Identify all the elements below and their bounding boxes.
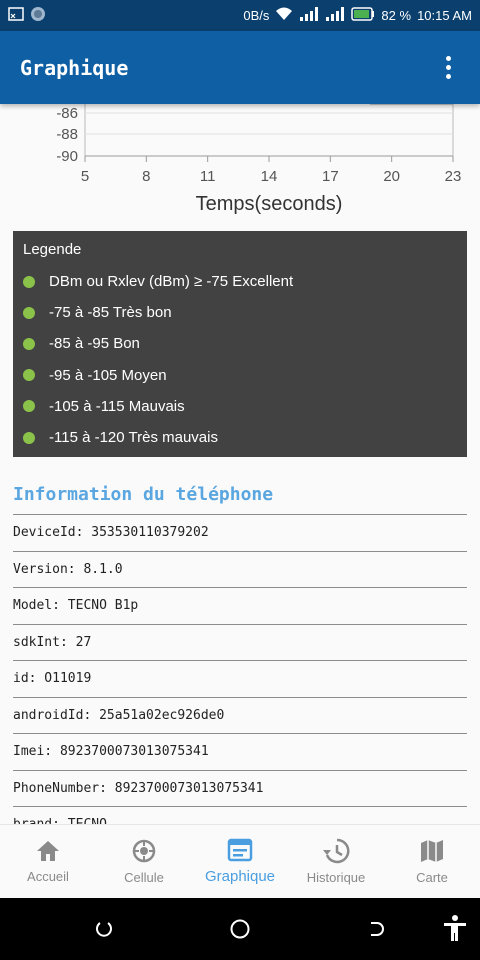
legend-dot-icon bbox=[23, 337, 35, 350]
legend-item: -75 à -85 Très bon bbox=[23, 297, 457, 328]
legend-item: DBm ou Rxlev (dBm) ≥ -75 Excellent bbox=[23, 266, 457, 297]
signal-chart: -86 -88 -90 5 8 11 14 17 20 23 Temps(seconds) bbox=[56, 104, 462, 215]
info-row: Version: 8.1.0 bbox=[13, 550, 467, 588]
x-tick-label: 11 bbox=[200, 168, 216, 185]
nav-historique[interactable]: Historique bbox=[288, 825, 384, 898]
info-row: sdkInt: 27 bbox=[13, 623, 467, 661]
legend-item-label: -95 à -105 Moyen bbox=[49, 366, 167, 384]
info-row: PhoneNumber: 8923700073013075341 bbox=[13, 769, 467, 807]
x-axis-label: Temps(seconds) bbox=[196, 193, 343, 215]
legend-item-label: -85 à -95 Bon bbox=[49, 335, 140, 353]
system-navigation-bar bbox=[0, 898, 480, 960]
info-list: DeviceId: 353530110379202 Version: 8.1.0 M… bbox=[13, 514, 467, 824]
history-icon bbox=[323, 838, 350, 864]
legend-dot-icon bbox=[23, 431, 35, 444]
map-icon bbox=[421, 840, 443, 862]
home-icon bbox=[37, 841, 59, 861]
info-row: brand: TECNO bbox=[13, 806, 467, 824]
y-tick-label: -90 bbox=[56, 148, 78, 165]
nav-label: Carte bbox=[416, 870, 448, 885]
info-row: androidId: 25a51a02ec926de0 bbox=[13, 696, 467, 734]
legend-item-label: -75 à -85 Très bon bbox=[49, 304, 172, 322]
nav-carte[interactable]: Carte bbox=[384, 825, 480, 898]
status-bar: 0B/s 82 % 10:15 AM bbox=[0, 0, 480, 31]
x-tick-label: 8 bbox=[142, 168, 150, 185]
cast-icon bbox=[8, 7, 24, 24]
battery-icon bbox=[351, 7, 375, 24]
clock: 10:15 AM bbox=[417, 8, 472, 23]
nav-graphique[interactable]: Graphique bbox=[192, 825, 288, 898]
battery-percent: 82 % bbox=[381, 8, 412, 23]
y-tick-label: -86 bbox=[56, 105, 78, 122]
chart-icon bbox=[227, 838, 253, 862]
home-button-icon[interactable] bbox=[227, 916, 253, 942]
legend-item: -115 à -120 Très mauvais bbox=[23, 422, 457, 453]
legend-panel: Legende DBm ou Rxlev (dBm) ≥ -75 Excelle… bbox=[13, 231, 467, 457]
cell-tower-icon bbox=[132, 839, 156, 863]
nav-accueil[interactable]: Accueil bbox=[0, 825, 96, 898]
main-content[interactable]: -86 -88 -90 5 8 11 14 17 20 23 Temps(seconds) Le… bbox=[0, 104, 480, 824]
nav-label: Graphique bbox=[204, 868, 276, 885]
info-row: Model: TECNO B1p bbox=[13, 587, 467, 624]
legend-dot-icon bbox=[23, 400, 35, 413]
back-icon[interactable] bbox=[362, 916, 388, 942]
nav-label: Accueil bbox=[27, 869, 69, 884]
x-tick-label: 14 bbox=[261, 168, 278, 185]
wifi-icon bbox=[275, 7, 293, 24]
app-bar: Graphique bbox=[0, 31, 480, 104]
recent-apps-icon[interactable] bbox=[91, 916, 117, 942]
legend-title: Legende bbox=[23, 241, 82, 258]
nav-label: Historique bbox=[306, 870, 366, 885]
y-tick-label: -88 bbox=[56, 126, 78, 143]
signal-icon bbox=[299, 7, 319, 24]
legend-dot-icon bbox=[23, 275, 35, 288]
legend-item-label: -115 à -120 Très mauvais bbox=[49, 429, 218, 447]
x-tick-label: 5 bbox=[81, 168, 89, 185]
network-speed: 0B/s bbox=[243, 8, 270, 23]
bottom-navigation: Accueil Cellule Graphique Historique Car… bbox=[0, 824, 480, 898]
info-row: Imei: 8923700073013075341 bbox=[13, 733, 467, 770]
app-notification-icon bbox=[30, 6, 46, 25]
page-title: Graphique bbox=[20, 55, 129, 80]
x-tick-label: 17 bbox=[322, 168, 339, 185]
nav-label: Cellule bbox=[124, 870, 164, 885]
legend-dot-icon bbox=[23, 369, 35, 382]
signal-icon-2 bbox=[325, 7, 345, 24]
legend-dot-icon bbox=[23, 306, 35, 319]
overflow-menu-icon[interactable] bbox=[436, 53, 460, 83]
nav-cellule[interactable]: Cellule bbox=[96, 825, 192, 898]
x-tick-label: 23 bbox=[445, 168, 462, 185]
info-section-title: Information du téléphone bbox=[13, 484, 274, 505]
accessibility-icon[interactable] bbox=[440, 913, 470, 943]
info-row: id: O11019 bbox=[13, 660, 467, 697]
legend-item: -105 à -115 Mauvais bbox=[23, 391, 457, 422]
legend-item-label: -105 à -115 Mauvais bbox=[49, 397, 185, 415]
legend-item: -85 à -95 Bon bbox=[23, 328, 457, 359]
legend-item-label: DBm ou Rxlev (dBm) ≥ -75 Excellent bbox=[49, 273, 294, 291]
legend-item: -95 à -105 Moyen bbox=[23, 360, 457, 391]
info-row: DeviceId: 353530110379202 bbox=[13, 514, 467, 551]
x-tick-label: 20 bbox=[383, 168, 400, 185]
